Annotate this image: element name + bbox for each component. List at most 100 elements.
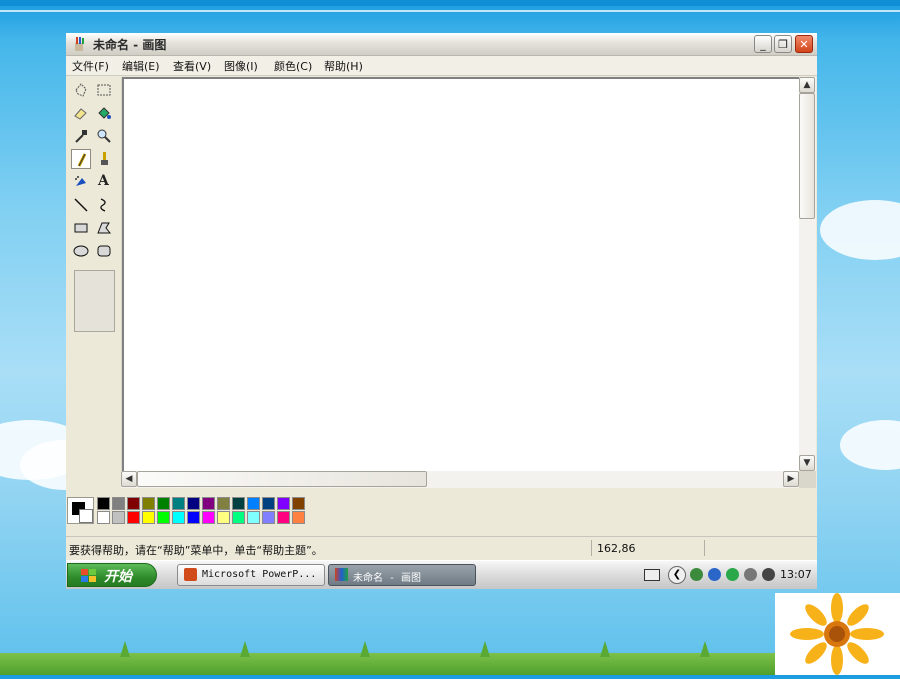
pencil-icon xyxy=(77,153,87,167)
window-title: 未命名 - 画图 xyxy=(93,38,167,52)
status-divider xyxy=(591,540,592,556)
color-swatch[interactable] xyxy=(202,497,215,510)
tool-fill[interactable] xyxy=(94,103,114,123)
sunflower-image xyxy=(775,593,900,675)
status-divider xyxy=(704,540,705,556)
system-tray: ❮ 13:07 xyxy=(632,563,817,587)
airbrush-icon xyxy=(75,176,86,186)
task-paint[interactable]: 未命名 - 画图 xyxy=(328,564,476,586)
color-swatch[interactable] xyxy=(112,497,125,510)
minimize-button[interactable]: _ xyxy=(754,35,772,53)
tool-airbrush[interactable] xyxy=(71,172,91,192)
color-swatch[interactable] xyxy=(247,511,260,524)
color-swatch[interactable] xyxy=(157,511,170,524)
color-swatch[interactable] xyxy=(292,497,305,510)
task-powerpoint[interactable]: Microsoft PowerP... xyxy=(177,564,325,586)
slide-top-border xyxy=(0,0,900,6)
scroll-up-button[interactable]: ▲ xyxy=(799,77,815,93)
color-swatch[interactable] xyxy=(202,511,215,524)
line-icon xyxy=(74,198,88,212)
tool-rect-select[interactable] xyxy=(94,80,114,100)
color-swatch[interactable] xyxy=(247,497,260,510)
color-swatch[interactable] xyxy=(232,511,245,524)
scroll-down-button[interactable]: ▼ xyxy=(799,455,815,471)
color-swatch[interactable] xyxy=(262,497,275,510)
eraser-icon xyxy=(74,108,87,120)
menu-help[interactable]: 帮助(H) xyxy=(324,58,363,74)
tool-polygon[interactable] xyxy=(94,218,114,238)
color-swatch[interactable] xyxy=(97,511,110,524)
color-swatch[interactable] xyxy=(217,511,230,524)
menu-image[interactable]: 图像(I) xyxy=(224,58,258,74)
windows-logo-icon xyxy=(81,569,96,582)
sunflower-graphic xyxy=(790,593,884,675)
tray-app-icon[interactable] xyxy=(690,568,703,581)
color-swatch[interactable] xyxy=(217,497,230,510)
color-swatch[interactable] xyxy=(127,497,140,510)
color-swatch[interactable] xyxy=(142,511,155,524)
vertical-scrollbar[interactable]: ▲ ▼ xyxy=(799,77,816,471)
color-swatch[interactable] xyxy=(187,511,200,524)
menu-bar: 文件(F) 编辑(E) 查看(V) 图像(I) 颜色(C) 帮助(H) xyxy=(66,56,817,76)
color-swatch[interactable] xyxy=(157,497,170,510)
color-swatch[interactable] xyxy=(277,497,290,510)
cloud xyxy=(840,420,900,470)
start-button[interactable]: 开始 xyxy=(67,563,157,587)
vertical-scroll-thumb[interactable] xyxy=(799,93,815,219)
keyboard-icon[interactable] xyxy=(644,569,660,581)
color-swatch[interactable] xyxy=(172,497,185,510)
tool-rectangle[interactable] xyxy=(71,218,91,238)
color-swatch[interactable] xyxy=(97,497,110,510)
tool-ellipse[interactable] xyxy=(71,241,91,261)
scroll-right-button[interactable]: ▶ xyxy=(783,471,799,487)
paint-window: 未命名 - 画图 _ ❐ ✕ 文件(F) 编辑(E) 查看(V) 图像(I) 颜… xyxy=(66,33,817,589)
magnifier-icon xyxy=(97,129,111,143)
fill-bucket-icon xyxy=(98,107,111,119)
tool-curve[interactable] xyxy=(94,195,114,215)
grass-blade xyxy=(600,641,610,657)
color-palette xyxy=(66,492,817,532)
curve-icon xyxy=(100,198,106,212)
drawing-canvas[interactable] xyxy=(122,77,799,471)
tool-options-box[interactable] xyxy=(74,270,115,332)
grass-blade xyxy=(480,641,490,657)
tray-app-icon[interactable] xyxy=(708,568,721,581)
color-swatch[interactable] xyxy=(262,511,275,524)
color-swatch[interactable] xyxy=(112,511,125,524)
tray-app-icon[interactable] xyxy=(744,568,757,581)
menu-edit[interactable]: 编辑(E) xyxy=(122,58,160,74)
current-colors xyxy=(67,497,94,524)
text-icon: A xyxy=(98,173,109,189)
tool-rounded-rect[interactable] xyxy=(94,241,114,261)
color-swatch[interactable] xyxy=(232,497,245,510)
color-swatch[interactable] xyxy=(187,497,200,510)
tray-app-icon[interactable] xyxy=(726,568,739,581)
horizontal-scrollbar[interactable]: ◀ ▶ xyxy=(121,471,799,488)
tool-pencil[interactable] xyxy=(71,149,91,169)
color-swatch[interactable] xyxy=(142,497,155,510)
clock: 13:07 xyxy=(780,568,812,581)
menu-file[interactable]: 文件(F) xyxy=(72,58,109,74)
menu-colors[interactable]: 颜色(C) xyxy=(274,58,312,74)
scroll-left-button[interactable]: ◀ xyxy=(121,471,137,487)
color-swatch[interactable] xyxy=(172,511,185,524)
menu-view[interactable]: 查看(V) xyxy=(173,58,211,74)
close-button[interactable]: ✕ xyxy=(795,35,813,53)
restore-button[interactable]: ❐ xyxy=(774,35,792,53)
tray-app-icon[interactable] xyxy=(762,568,775,581)
chevron-left-icon[interactable]: ❮ xyxy=(668,566,686,584)
tool-pick-color[interactable] xyxy=(71,126,91,146)
tool-text[interactable]: A xyxy=(94,172,114,192)
tool-brush[interactable] xyxy=(94,149,114,169)
color-swatch[interactable] xyxy=(277,511,290,524)
color-swatch[interactable] xyxy=(127,511,140,524)
title-bar[interactable]: 未命名 - 画图 _ ❐ ✕ xyxy=(66,33,817,56)
tool-eraser[interactable] xyxy=(71,103,91,123)
tool-free-select[interactable] xyxy=(71,80,91,100)
horizontal-scroll-thumb[interactable] xyxy=(137,471,427,487)
tool-magnifier[interactable] xyxy=(94,126,114,146)
rounded-rect-icon xyxy=(97,245,111,257)
color-swatch[interactable] xyxy=(292,511,305,524)
tool-line[interactable] xyxy=(71,195,91,215)
grass-blade xyxy=(120,641,130,657)
